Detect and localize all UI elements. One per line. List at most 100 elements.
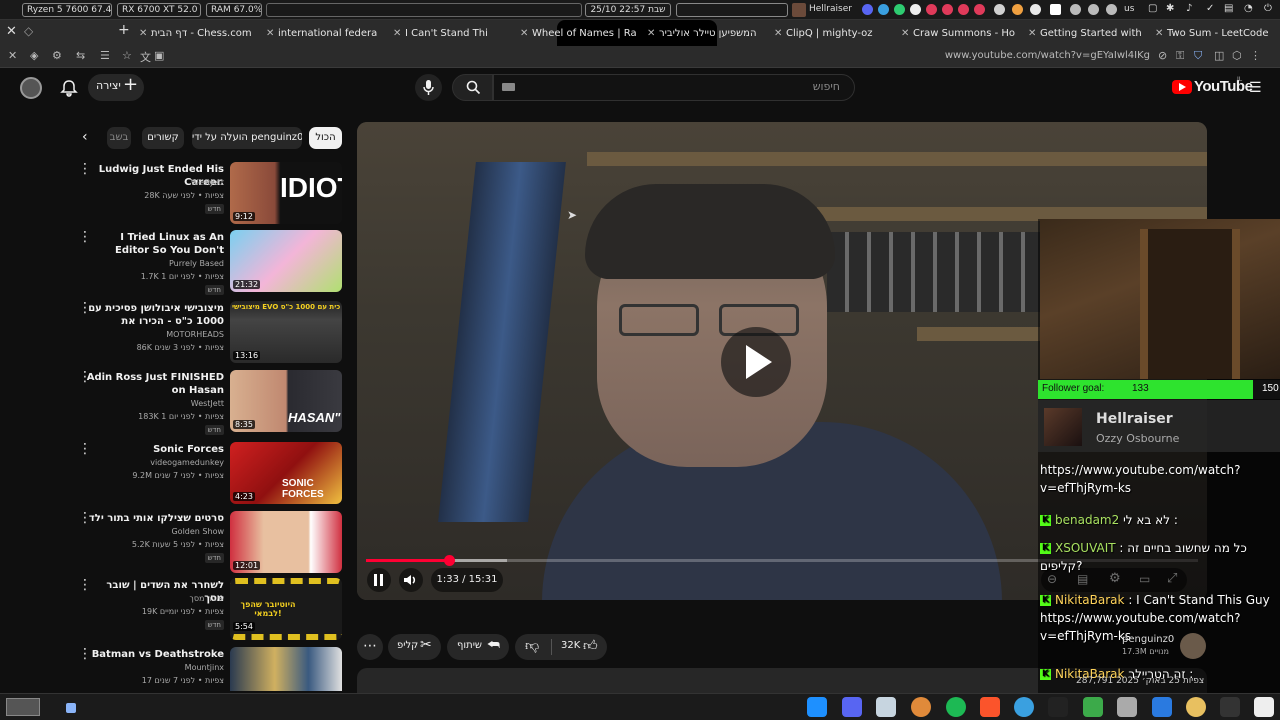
video-title[interactable]: סרטים שצילקו אותי בתור ילד [84,512,224,525]
channel-name[interactable]: penguinz0 [1122,634,1174,645]
create-button[interactable]: יצירה + [88,74,144,101]
reader-icon[interactable]: ☰ [100,49,110,62]
video-title[interactable]: I Tried Linux as An Editor So You Don't … [84,231,224,259]
tab-tiktok[interactable]: ✕ המשפיען טיילר אוליביר [645,23,765,45]
list-item[interactable]: ⋮ Ludwig Just Ended His Career. WestJett… [78,162,342,226]
list-item[interactable]: ⋮ לשחרר את השדים | שובר מסך שובר מסך 19K… [78,578,342,642]
app-tray-icon[interactable] [910,4,921,15]
channel-name[interactable]: שובר מסך [84,594,224,603]
like-count[interactable]: 32K [561,640,580,651]
video-thumbnail[interactable]: HASAN" 8:35 [230,370,342,432]
spotify-icon[interactable] [946,697,966,717]
video-thumbnail[interactable]: SONIC FORCES 4:23 [230,442,342,504]
close-tab-icon[interactable]: ✕ [774,23,782,45]
system-monitor-icon[interactable] [1220,697,1240,717]
avatar[interactable] [20,77,42,99]
translate-page-icon[interactable]: 文 [140,49,151,65]
close-tab-icon[interactable]: ✕ [139,23,147,45]
browser-icon[interactable] [1014,697,1034,717]
app-tray-icon[interactable] [878,4,889,15]
close-tab-icon[interactable]: ✕ [901,23,909,45]
video-thumbnail[interactable]: היוטיובר שהפך לבמאי! 5:54 [230,578,342,640]
close-tab-icon[interactable]: ✕ [1028,23,1036,45]
keyboard-layout[interactable]: us [1124,4,1134,14]
list-item[interactable]: ⋮ Batman vs Deathstroke Mountjinx 17 צפי… [78,647,342,691]
close-tab-icon[interactable]: ✕ [266,23,274,45]
app-tray-icon[interactable] [1088,4,1099,15]
desktop-preview[interactable] [6,698,40,716]
share-button[interactable]: שיתוף ⮪ [447,634,509,660]
bookmark-icon[interactable]: ☆ [122,49,132,62]
keyboard-icon[interactable] [502,83,515,91]
channel-name[interactable]: MOTORHEADS [84,330,224,339]
list-item[interactable]: ⋮ Sonic Forces videogamedunkey 9.2M צפיו… [78,442,342,506]
close-tab-icon[interactable]: ✕ [393,23,401,45]
record-tray-icon[interactable] [942,4,953,15]
steam-icon[interactable] [876,697,896,717]
record-tray-icon[interactable] [926,4,937,15]
channel-avatar[interactable] [1180,633,1206,659]
video-title[interactable]: Sonic Forces [84,443,224,456]
files-icon[interactable] [1117,697,1137,717]
store-icon[interactable] [1152,697,1172,717]
chip-uploaded-by[interactable]: הועלה על ידי penguinz0 [192,127,302,149]
record-tray-icon[interactable] [974,4,985,15]
extension-icon[interactable]: ◫ [1214,49,1224,62]
channel-name[interactable]: Mountjinx [84,663,224,672]
app-tray-icon[interactable] [1050,4,1061,15]
close-tab-icon[interactable]: ✕ [520,23,528,45]
chip-all[interactable]: הכול [309,127,342,149]
channel-name[interactable]: Golden Show [84,527,224,536]
start-menu-icon[interactable] [807,697,827,717]
voice-search-button[interactable] [415,74,442,101]
search-input[interactable]: חיפוש [493,74,855,101]
notifications-icon[interactable]: ◔ [1244,3,1253,14]
stack-app-icon[interactable] [1083,697,1103,717]
mute-button[interactable] [399,568,423,592]
clip-button[interactable]: קליפ ✂ [388,634,441,660]
video-title[interactable]: Batman vs Deathstroke [84,648,224,661]
screenshot-icon[interactable]: ▣ [154,49,164,62]
shield-icon[interactable]: ⛉ [1194,49,1202,63]
extension-icon[interactable]: ⬡ [1232,49,1242,62]
extension-icon[interactable]: ◈ [30,49,38,62]
list-item[interactable]: ⋮ Adin Ross Just FINISHED on Hasan WestJ… [78,370,342,435]
back-icon[interactable]: ✕ [8,49,17,62]
channel-name[interactable]: videogamedunkey [84,458,224,467]
power-icon[interactable]: ⏻ [1264,3,1272,14]
chips-scroll-left-icon[interactable]: ‹ [82,129,88,145]
video-title[interactable]: מיצובישי איבולושן פסיכית עם 1000 כ"ס - ה… [84,302,224,330]
bluetooth-icon[interactable]: ✱ [1166,3,1174,14]
lock-icon[interactable]: ⚿ [1176,49,1184,63]
tab-chess[interactable]: ✕ דף הבית - Chess.com [137,23,257,45]
notifications-bell-icon[interactable] [60,79,78,97]
close-window-icon[interactable]: ✕ [6,24,17,39]
video-thumbnail[interactable] [230,647,342,691]
guide-menu-icon[interactable]: ☰ [1249,80,1262,96]
app-tray-icon[interactable] [1012,4,1023,15]
discord-tray-icon[interactable] [862,4,873,15]
more-actions-button[interactable]: ⋯ [357,634,383,660]
menu-icon[interactable]: ⋮ [1250,49,1261,62]
clipboard-icon[interactable]: ▢ [1148,3,1157,14]
clock-widget[interactable]: 25/10 שבת 22:57 [585,3,671,17]
like-icon[interactable]: 👍︎ [583,637,598,654]
tab-craw-summons[interactable]: ✕ Craw Summons - Ho [899,23,1019,45]
address-input[interactable]: www.youtube.com/watch?v=gEYaIwl4IKg [880,50,1150,61]
search-button[interactable] [452,74,493,101]
pause-button[interactable] [367,568,391,592]
play-button[interactable] [721,327,791,397]
app-tray-icon[interactable] [1070,4,1081,15]
close-tab-icon[interactable]: ✕ [647,23,655,45]
brave-icon[interactable] [980,697,1000,717]
video-thumbnail[interactable]: 12:01 [230,511,342,573]
show-desktop-icon[interactable] [66,703,76,713]
network-icon[interactable]: ▤ [1224,3,1233,14]
chip-related[interactable]: קשורים [142,127,184,149]
tab-wheel-of-names[interactable]: ✕ Wheel of Names | Ra [518,23,638,45]
dislike-icon[interactable]: 👎︎ [525,637,539,654]
steam-tray-icon[interactable] [994,4,1005,15]
chip-watched[interactable]: בשב [107,127,131,149]
app-tray-icon[interactable] [1106,4,1117,15]
app-tray-icon[interactable] [894,4,905,15]
